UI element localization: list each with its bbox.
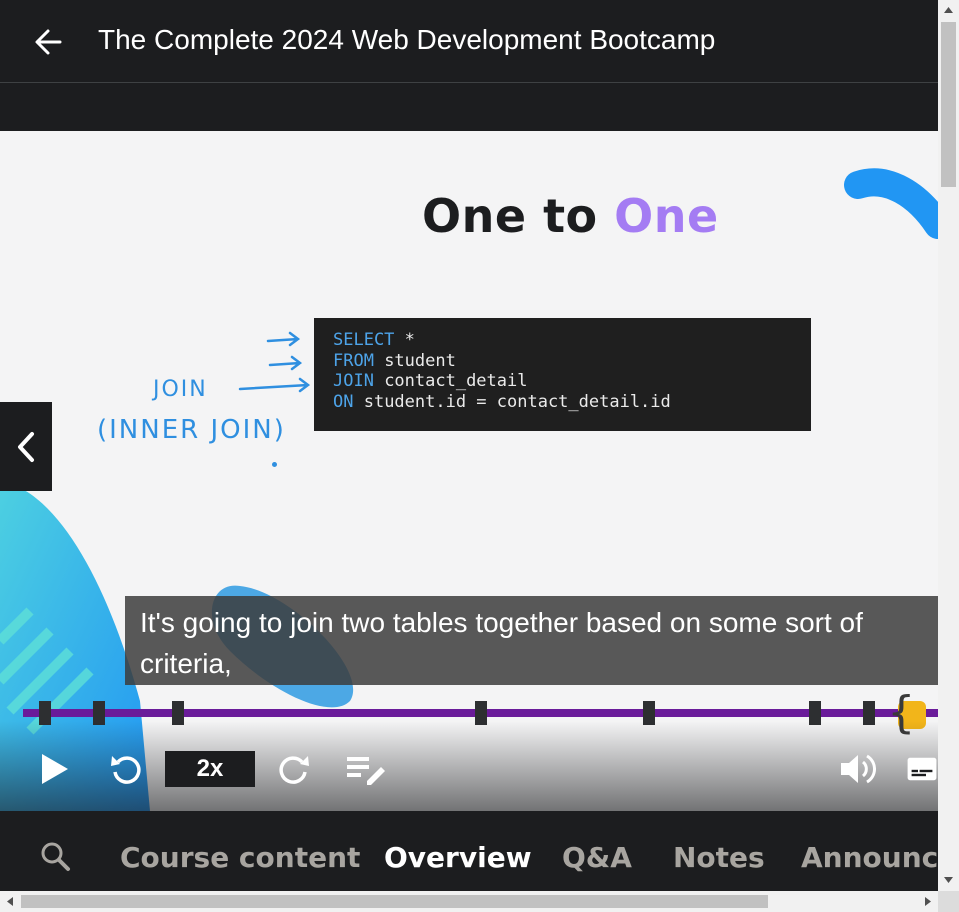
- tab-announcements[interactable]: Announce: [801, 841, 938, 874]
- vertical-scrollbar[interactable]: [938, 0, 959, 891]
- code-line: ON student.id = contact_detail.id: [333, 392, 671, 413]
- course-title[interactable]: The Complete 2024 Web Development Bootca…: [98, 24, 715, 56]
- add-note-button[interactable]: [344, 745, 390, 793]
- previous-lecture-button[interactable]: [0, 402, 52, 491]
- slide-title: One to One: [422, 189, 719, 243]
- chevron-left-icon: [18, 431, 34, 462]
- play-button[interactable]: [33, 745, 75, 793]
- tab-notes[interactable]: Notes: [673, 841, 765, 874]
- scroll-right-icon: [925, 897, 931, 906]
- scroll-up-icon: [944, 7, 953, 13]
- rewind-icon: [111, 756, 141, 784]
- code-line: JOIN contact_detail: [333, 371, 528, 392]
- horizontal-scroll-thumb[interactable]: [21, 895, 768, 908]
- tab-qa[interactable]: Q&A: [562, 841, 632, 874]
- forward-button[interactable]: [274, 745, 314, 793]
- tab-course-content[interactable]: Course content: [120, 841, 360, 874]
- volume-button[interactable]: [836, 745, 878, 793]
- captions-icon: [907, 757, 937, 781]
- decorative-swoosh: [844, 168, 938, 239]
- back-arrow-icon[interactable]: [30, 24, 66, 60]
- player-controls: 2x: [0, 745, 938, 793]
- rewind-button[interactable]: [106, 745, 146, 793]
- annotation-dot: [272, 462, 277, 467]
- annotation-arrows: [238, 331, 311, 393]
- vertical-scroll-thumb[interactable]: [941, 22, 956, 187]
- horizontal-scrollbar[interactable]: [0, 891, 938, 912]
- caption-text: It's going to join two tables together b…: [125, 596, 938, 685]
- annotation-inner-join: (INNER JOIN): [97, 415, 286, 445]
- note-edit-icon: [347, 757, 385, 785]
- search-icon: [41, 842, 70, 871]
- course-header: The Complete 2024 Web Development Bootca…: [0, 0, 938, 83]
- scrollbar-corner: [938, 891, 959, 912]
- playback-speed-button[interactable]: 2x: [165, 751, 255, 787]
- tab-overview[interactable]: Overview: [384, 841, 532, 874]
- forward-icon: [279, 756, 309, 784]
- code-line: FROM student: [333, 350, 456, 371]
- slide-title-part1: One to: [422, 189, 615, 243]
- course-tabs: Course content Overview Q&A Notes Announ…: [0, 811, 938, 891]
- search-button[interactable]: [40, 841, 72, 873]
- scroll-down-icon: [944, 877, 953, 883]
- play-icon: [42, 754, 68, 784]
- volume-icon: [841, 754, 876, 784]
- video-player[interactable]: One to One SELECT * FROM student JOIN co…: [0, 131, 938, 811]
- player-top-strip: [0, 83, 938, 131]
- code-line: SELECT *: [333, 330, 415, 350]
- slide-title-accent: One: [614, 189, 719, 243]
- sql-code-block: SELECT * FROM student JOIN contact_detai…: [314, 318, 811, 431]
- progress-bar[interactable]: [23, 701, 938, 725]
- scroll-left-icon: [7, 897, 13, 906]
- captions-button[interactable]: [906, 745, 938, 793]
- annotation-join: JOIN: [153, 377, 208, 402]
